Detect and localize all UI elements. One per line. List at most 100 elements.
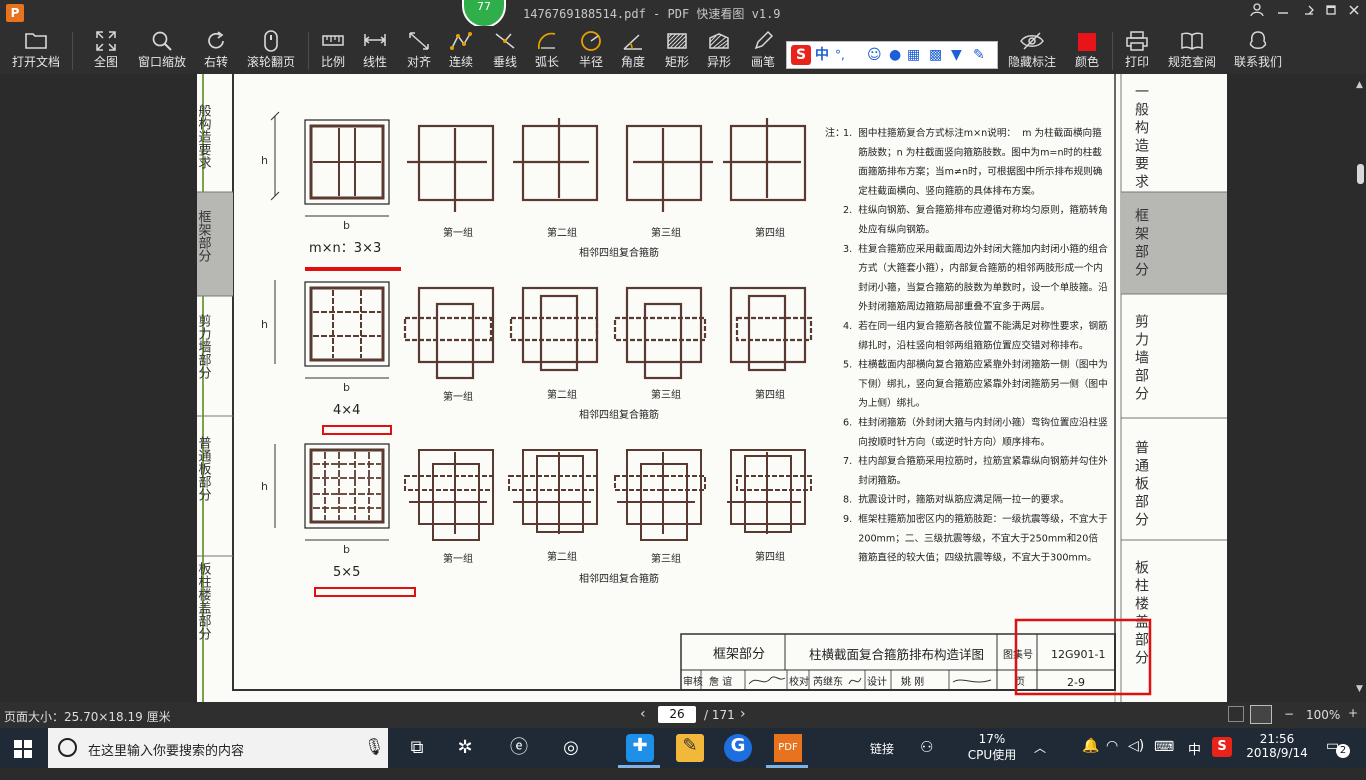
color-button[interactable]: 颜色 <box>1072 30 1102 72</box>
smile-icon[interactable]: ☺ <box>867 46 882 64</box>
scroll-up-icon[interactable]: ▲ <box>1356 80 1363 90</box>
wrench-icon[interactable]: ✎ <box>973 46 985 64</box>
continuous-view-icon[interactable] <box>1250 705 1272 724</box>
page-number-input[interactable]: 26 <box>658 706 696 723</box>
cpu-widget[interactable]: 17% CPU使用 <box>964 732 1020 772</box>
taskbar-search-box[interactable]: 在这里输入你要搜索的内容 🎙 <box>48 728 388 768</box>
continuous-measure-icon <box>446 30 476 54</box>
pen-button[interactable]: 画笔 <box>748 30 778 72</box>
ime-mode-indicator[interactable]: 中 <box>1188 739 1201 779</box>
polygon-icon <box>704 30 734 54</box>
microphone-icon[interactable]: ● <box>889 46 901 64</box>
ime-mode-label[interactable]: 中 <box>815 46 829 64</box>
g-app-icon[interactable]: G <box>724 734 752 762</box>
teamviewer-icon[interactable]: ✚ <box>626 734 654 762</box>
pdf-app-icon[interactable]: PDF <box>774 734 802 762</box>
row-caption: 相邻四组复合箍筋 <box>579 408 659 421</box>
contact-us-button[interactable]: 联系我们 <box>1232 30 1284 72</box>
section-tab-general[interactable]: 一般构造要求 <box>1133 84 1149 192</box>
pen-icon <box>748 30 778 54</box>
windows-start-icon[interactable] <box>14 740 32 762</box>
ime-toolbar[interactable]: S 中 °, ☺ ● ▦ ▩ ▼ ✎ <box>786 41 998 69</box>
note-line: 外封闭箍筋周边箍筋局部重叠不宜多于两层。 <box>843 301 1050 313</box>
section-tab-frame[interactable]: 框架部分 <box>1133 208 1149 280</box>
notepad-app-icon[interactable]: ✎ <box>676 734 704 762</box>
group-label: 第四组 <box>755 226 785 239</box>
action-center-icon[interactable]: ▭ <box>1326 738 1339 778</box>
aligned-measure-button[interactable]: 对齐 <box>404 30 434 72</box>
rectangle-button[interactable]: 矩形 <box>662 30 692 72</box>
keyboard-icon[interactable]: ⌨ <box>1154 739 1174 779</box>
wheel-page-button[interactable]: 滚轮翻页 <box>244 30 298 72</box>
scroll-down-icon[interactable]: ▼ <box>1356 684 1363 694</box>
notification-badge[interactable]: 77 <box>462 0 506 28</box>
section-tab-slab[interactable]: 普通板部分 <box>1133 440 1149 530</box>
dim-b-3: b <box>343 543 350 556</box>
user-icon[interactable] <box>1246 3 1268 23</box>
perpendicular-button[interactable]: 垂线 <box>490 30 520 72</box>
row-label-3x3: m×n：3×3 <box>309 241 381 256</box>
vertical-scrollbar[interactable]: ▲ ▼ <box>1354 80 1366 700</box>
section-tab-flatslab[interactable]: 板柱楼盖部分 <box>1133 560 1149 668</box>
dim-b-1: b <box>343 219 350 232</box>
titleblock-review: 审核 <box>683 675 703 688</box>
note-line: 9. 框架柱箍筋加密区内的箍筋肢距：一级抗震等级，不宜大于 <box>843 513 1108 525</box>
maximize-icon[interactable] <box>1320 3 1342 23</box>
prev-page-icon[interactable]: ‹ <box>640 706 646 722</box>
rectangle-icon <box>662 30 692 54</box>
continuous-measure-button[interactable]: 连续 <box>446 30 476 72</box>
hide-annotations-button[interactable]: 隐藏标注 <box>1004 30 1060 72</box>
open-document-button[interactable]: 打开文档 <box>8 30 64 72</box>
ime-punct-label[interactable]: °, <box>835 46 845 64</box>
next-page-icon[interactable]: › <box>740 706 746 722</box>
perpendicular-icon <box>490 30 520 54</box>
keyboard-icon[interactable]: ▦ <box>907 46 920 64</box>
shirt-icon[interactable]: ▼ <box>951 46 962 64</box>
left-section-5: 板柱楼盖部分 <box>197 562 211 641</box>
grid-icon[interactable]: ▩ <box>929 46 942 64</box>
angle-button[interactable]: 角度 <box>618 30 648 72</box>
polygon-button[interactable]: 异形 <box>704 30 734 72</box>
window-zoom-button[interactable]: 窗口缩放 <box>136 30 188 72</box>
radius-button[interactable]: 半径 <box>576 30 606 72</box>
arc-length-button[interactable]: 弧长 <box>532 30 562 72</box>
scroll-thumb[interactable] <box>1357 164 1364 184</box>
clock[interactable]: 21:56 2018/9/14 <box>1244 732 1310 772</box>
minimize-icon[interactable] <box>1272 3 1294 23</box>
linear-measure-icon <box>360 30 390 54</box>
print-button[interactable]: 打印 <box>1122 30 1152 72</box>
wifi-icon[interactable]: ◠ <box>1106 738 1118 778</box>
titleblock-check: 校对 <box>789 675 809 688</box>
linear-measure-button[interactable]: 线性 <box>360 30 390 72</box>
zoom-in-button[interactable]: + <box>1348 706 1358 720</box>
group-label: 第三组 <box>651 226 681 239</box>
links-toolbar-label[interactable]: 链接 <box>870 740 894 780</box>
note-line: 5. 柱横截面内部横向复合箍筋应紧靠外封闭箍筋一侧（图中为 <box>843 359 1108 371</box>
fan-app-icon[interactable]: ✲ <box>452 736 478 760</box>
ie-browser-icon[interactable]: ⓔ <box>506 736 532 760</box>
single-page-view-icon[interactable] <box>1228 706 1244 722</box>
restore-icon[interactable] <box>1298 3 1320 23</box>
aligned-measure-icon <box>404 30 434 54</box>
row-caption: 相邻四组复合箍筋 <box>579 572 659 585</box>
close-icon[interactable] <box>1343 3 1365 23</box>
task-view-icon[interactable]: ⧉ <box>404 736 430 760</box>
zoom-level[interactable]: 100% <box>1306 708 1340 722</box>
browser-icon[interactable]: ◎ <box>558 736 584 760</box>
zoom-out-button[interactable]: − <box>1284 707 1294 721</box>
volume-icon[interactable]: ◁) <box>1128 738 1144 778</box>
fit-page-button[interactable]: 全图 <box>88 30 124 72</box>
section-tab-shearwall[interactable]: 剪力墙部分 <box>1133 314 1149 404</box>
group-label: 第一组 <box>443 390 473 403</box>
notification-bell-icon[interactable]: 🔔 <box>1082 738 1099 778</box>
chevron-up-icon[interactable]: ︿ <box>1034 739 1046 779</box>
rotate-right-button[interactable]: 右转 <box>200 30 232 72</box>
sogou-tray-icon[interactable]: S <box>1212 737 1232 757</box>
note-line: 面箍筋排布方案；当m≠n时，可根据图中所示排布规则确 <box>843 166 1102 178</box>
code-reference-button[interactable]: 规范查阅 <box>1166 30 1218 72</box>
radius-icon <box>576 30 606 54</box>
pdf-page[interactable]: 般构造要求 框架部分 剪力墙部分 普通板部分 板柱楼盖部分 一般构造要求 框架部… <box>196 74 1227 702</box>
scale-button[interactable]: 比例 <box>318 30 348 72</box>
microphone-icon[interactable]: 🎙 <box>364 737 384 756</box>
people-icon[interactable]: ⚇ <box>920 738 933 778</box>
